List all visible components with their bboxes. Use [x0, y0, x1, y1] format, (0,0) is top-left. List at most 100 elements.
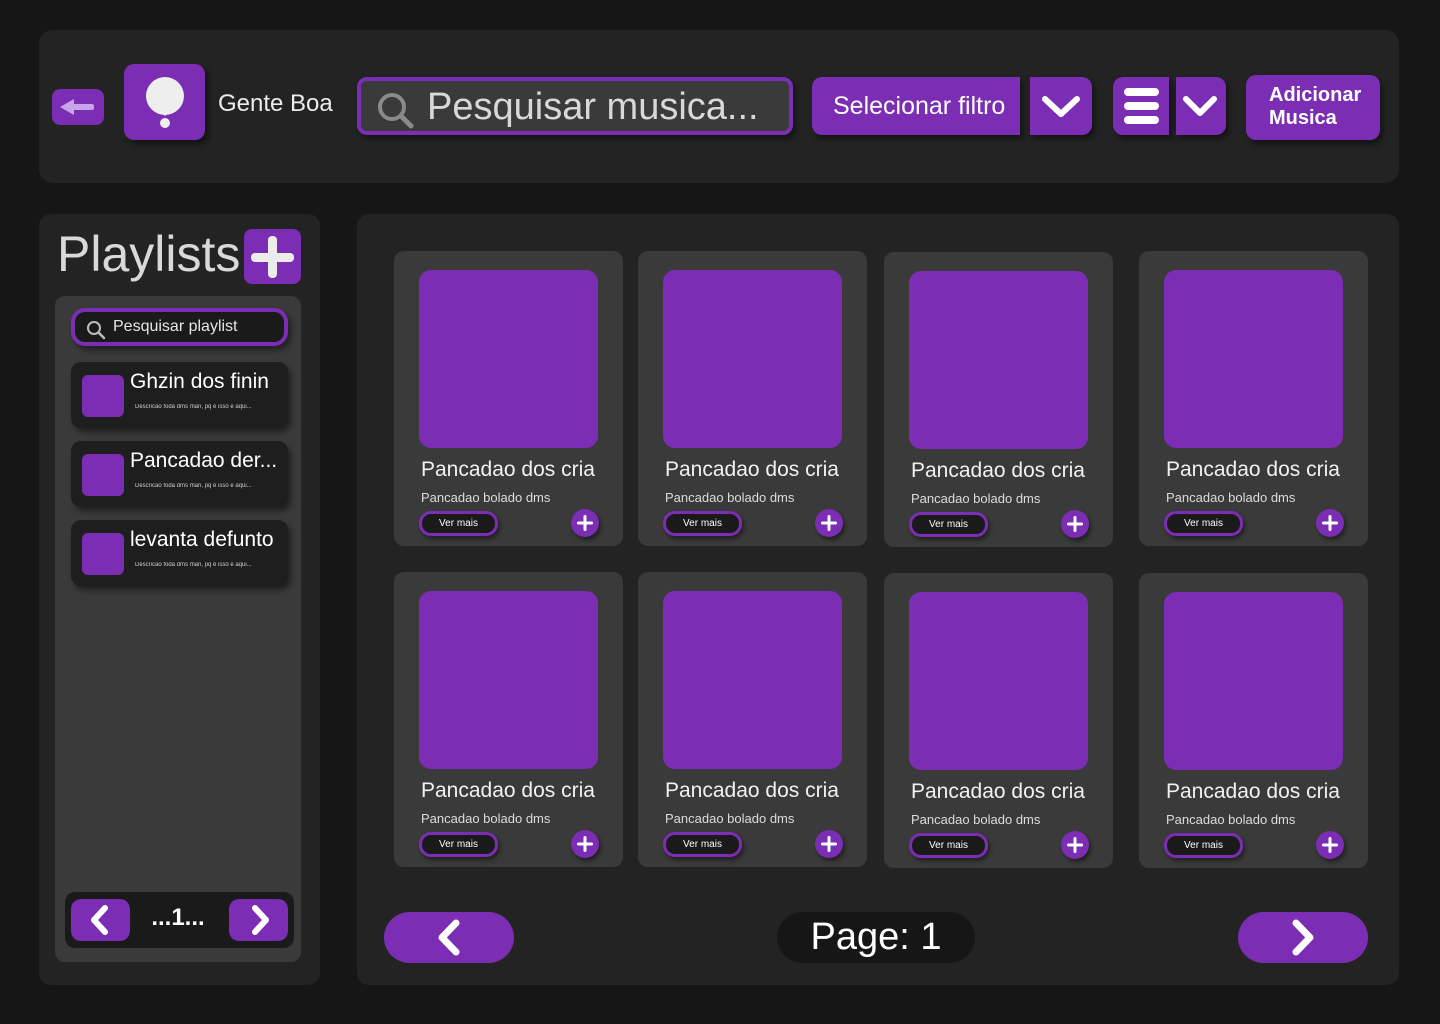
playlist-thumbnail [82, 375, 124, 417]
playlist-search-input[interactable] [113, 316, 281, 338]
prev-page-button[interactable] [384, 912, 514, 963]
ver-mais-button[interactable]: Ver mais [663, 511, 742, 536]
music-title: Pancadao dos cria [665, 458, 839, 481]
plus-icon [1322, 837, 1338, 853]
add-to-playlist-button[interactable] [1316, 509, 1344, 537]
music-title: Pancadao dos cria [911, 780, 1085, 803]
menu-dropdown-button[interactable] [1176, 77, 1226, 135]
add-to-playlist-button[interactable] [1061, 831, 1089, 859]
search-icon [378, 93, 414, 129]
playlist-page-indicator: ...1... [151, 904, 205, 931]
music-cover [419, 591, 598, 769]
plus-icon [1322, 515, 1338, 531]
search-icon [87, 321, 106, 340]
plus-icon [251, 236, 294, 278]
playlist-item[interactable]: Pancadao der... Descricao foda dms man, … [71, 441, 288, 507]
plus-icon [821, 515, 837, 531]
music-subtitle: Pancadao bolado dms [1166, 490, 1296, 505]
playlist-description: Descricao foda dms man, pq é isso e aqui… [135, 562, 252, 568]
music-search-input[interactable] [427, 85, 777, 129]
chevron-down-icon [1042, 96, 1080, 117]
music-cover [909, 271, 1088, 449]
add-to-playlist-button[interactable] [1061, 510, 1089, 538]
music-title: Pancadao dos cria [421, 458, 595, 481]
music-card[interactable]: Pancadao dos cria Pancadao bolado dms Ve… [394, 572, 623, 867]
playlist-item[interactable]: levanta defunto Descricao foda dms man, … [71, 520, 288, 586]
playlist-description: Descricao foda dms man, pq é isso e aqui… [135, 404, 252, 410]
music-card[interactable]: Pancadao dos cria Pancadao bolado dms Ve… [638, 572, 867, 867]
music-cover [1164, 270, 1343, 448]
music-subtitle: Pancadao bolado dms [1166, 812, 1296, 827]
ver-mais-button[interactable]: Ver mais [1164, 833, 1243, 858]
menu-button[interactable] [1113, 77, 1169, 135]
plus-icon [1067, 837, 1083, 853]
filter-select-button[interactable]: Selecionar filtro [812, 77, 1020, 135]
music-cover [1164, 592, 1343, 770]
app-name: Gente Boa [218, 90, 333, 117]
music-title: Pancadao dos cria [1166, 458, 1340, 481]
add-music-label-line2: Musica [1269, 107, 1337, 129]
music-subtitle: Pancadao bolado dms [665, 490, 795, 505]
hamburger-menu-icon [1124, 88, 1159, 124]
ver-mais-button[interactable]: Ver mais [419, 511, 498, 536]
lightbulb-icon [146, 77, 184, 128]
playlist-prev-page-button[interactable] [71, 899, 130, 941]
ver-mais-button[interactable]: Ver mais [663, 832, 742, 857]
music-card[interactable]: Pancadao dos cria Pancadao bolado dms Ve… [1139, 573, 1368, 868]
playlist-search-bar[interactable] [71, 308, 288, 346]
back-button[interactable] [52, 89, 104, 125]
plus-icon [577, 836, 593, 852]
music-subtitle: Pancadao bolado dms [911, 491, 1041, 506]
add-music-label-line1: Adicionar [1269, 84, 1362, 106]
add-to-playlist-button[interactable] [571, 509, 599, 537]
add-to-playlist-button[interactable] [571, 830, 599, 858]
music-cover [663, 591, 842, 769]
music-card[interactable]: Pancadao dos cria Pancadao bolado dms Ve… [394, 251, 623, 546]
next-page-button[interactable] [1238, 912, 1368, 963]
music-card[interactable]: Pancadao dos cria Pancadao bolado dms Ve… [638, 251, 867, 546]
add-to-playlist-button[interactable] [815, 509, 843, 537]
ver-mais-button[interactable]: Ver mais [909, 512, 988, 537]
page-indicator: Page: 1 [810, 916, 942, 958]
music-subtitle: Pancadao bolado dms [911, 812, 1041, 827]
plus-icon [1067, 516, 1083, 532]
music-title: Pancadao dos cria [1166, 780, 1340, 803]
playlist-thumbnail [82, 533, 124, 575]
music-subtitle: Pancadao bolado dms [665, 811, 795, 826]
music-cover [419, 270, 598, 448]
music-search-bar[interactable] [357, 77, 793, 135]
music-card[interactable]: Pancadao dos cria Pancadao bolado dms Ve… [884, 573, 1113, 868]
chevron-left-icon [91, 905, 108, 935]
music-title: Pancadao dos cria [911, 459, 1085, 482]
add-music-button[interactable]: Adicionar Musica [1246, 75, 1380, 140]
chevron-right-icon [252, 905, 269, 935]
plus-icon [577, 515, 593, 531]
ver-mais-button[interactable]: Ver mais [1164, 511, 1243, 536]
music-subtitle: Pancadao bolado dms [421, 811, 551, 826]
add-to-playlist-button[interactable] [1316, 831, 1344, 859]
playlist-name: Ghzin dos finin [130, 370, 269, 393]
chevron-left-icon [438, 919, 460, 956]
music-card[interactable]: Pancadao dos cria Pancadao bolado dms Ve… [1139, 251, 1368, 546]
chevron-down-icon [1183, 96, 1217, 116]
music-title: Pancadao dos cria [665, 779, 839, 802]
playlist-name: Pancadao der... [130, 449, 278, 472]
arrow-left-icon [60, 99, 94, 115]
chevron-right-icon [1292, 919, 1314, 956]
ver-mais-button[interactable]: Ver mais [909, 833, 988, 858]
playlist-thumbnail [82, 454, 124, 496]
music-cover [909, 592, 1088, 770]
playlist-item[interactable]: Ghzin dos finin Descricao foda dms man, … [71, 362, 288, 428]
add-playlist-button[interactable] [244, 229, 301, 284]
playlists-title: Playlists [57, 226, 241, 282]
filter-dropdown-button[interactable] [1030, 77, 1092, 135]
music-subtitle: Pancadao bolado dms [421, 490, 551, 505]
music-cover [663, 270, 842, 448]
ver-mais-button[interactable]: Ver mais [419, 832, 498, 857]
playlist-name: levanta defunto [130, 528, 274, 551]
music-title: Pancadao dos cria [421, 779, 595, 802]
add-to-playlist-button[interactable] [815, 830, 843, 858]
playlist-next-page-button[interactable] [229, 899, 288, 941]
plus-icon [821, 836, 837, 852]
music-card[interactable]: Pancadao dos cria Pancadao bolado dms Ve… [884, 252, 1113, 547]
